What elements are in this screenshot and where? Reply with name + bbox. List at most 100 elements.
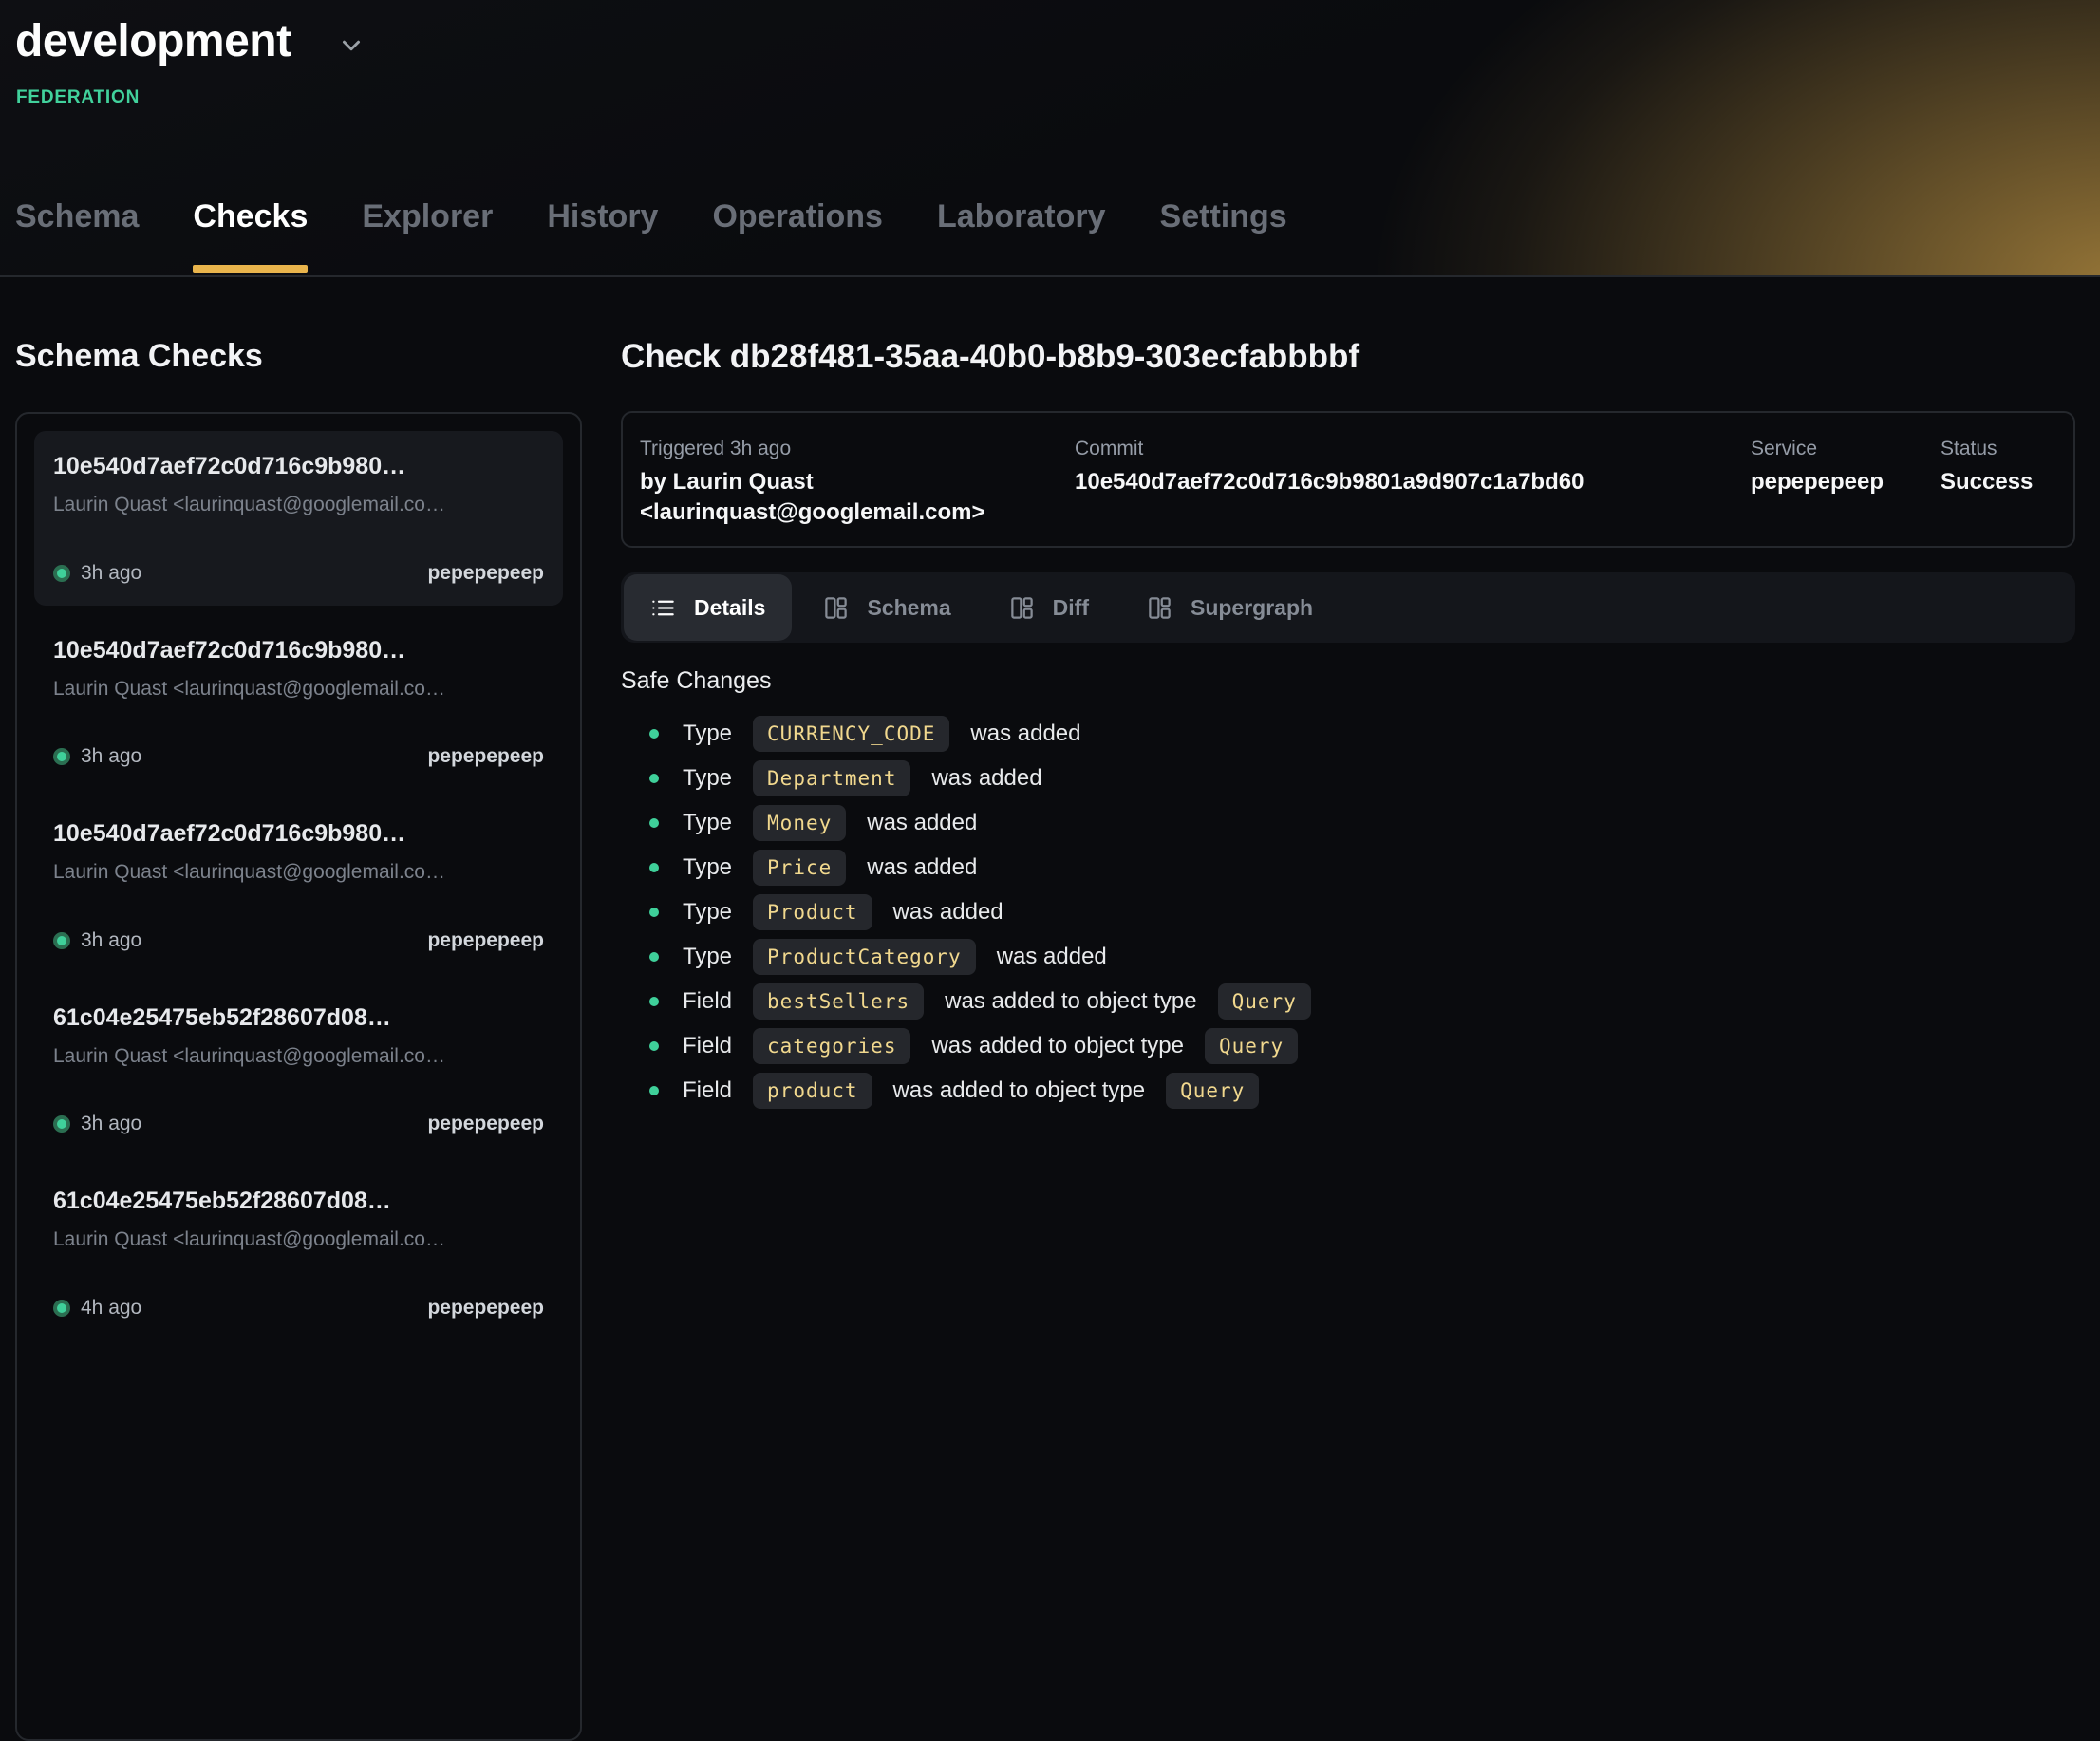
- change-suffix: was added to object type: [931, 1033, 1184, 1059]
- change-code-chip: ProductCategory: [753, 939, 976, 975]
- change-item: Type Product was added: [649, 894, 2075, 930]
- meta-service: Service pepepepeep: [1751, 437, 1941, 546]
- change-item: Type Department was added: [649, 760, 2075, 796]
- check-list-item[interactable]: 10e540d7aef72c0d716c9b980… Laurin Quast …: [34, 798, 563, 973]
- status-dot-icon: [53, 1300, 70, 1317]
- tab-supergraph-label: Supergraph: [1191, 595, 1313, 621]
- change-suffix: was added: [931, 765, 1041, 792]
- check-view-tabs: Details Schema Diff: [621, 572, 2075, 643]
- tab-settings[interactable]: Settings: [1160, 198, 1287, 275]
- check-list-item[interactable]: 61c04e25475eb52f28607d08… Laurin Quast <…: [34, 1166, 563, 1340]
- columns-icon: [1009, 595, 1035, 621]
- tab-explorer[interactable]: Explorer: [362, 198, 493, 275]
- checks-list: 10e540d7aef72c0d716c9b980… Laurin Quast …: [15, 412, 582, 1741]
- meta-status-label: Status: [1941, 437, 2054, 460]
- tab-history[interactable]: History: [547, 198, 658, 275]
- check-service: pepepepeep: [427, 1113, 544, 1135]
- status-dot-icon: [53, 932, 70, 949]
- change-suffix: was added to object type: [893, 1077, 1146, 1104]
- bullet-icon: [649, 818, 659, 828]
- check-service: pepepepeep: [427, 929, 544, 952]
- check-id: 61c04e25475eb52f28607d08…: [53, 1003, 544, 1033]
- bullet-icon: [649, 863, 659, 872]
- change-prefix: Type: [683, 765, 732, 792]
- change-code-chip: Department: [753, 760, 910, 796]
- change-suffix: was added: [997, 944, 1107, 970]
- change-code-chip: Product: [753, 894, 872, 930]
- meta-triggered-label: Triggered 3h ago: [640, 437, 1075, 460]
- change-code-chip: Money: [753, 805, 846, 841]
- tab-diff[interactable]: Diff: [983, 574, 1116, 641]
- meta-triggered: Triggered 3h ago by Laurin Quast <laurin…: [640, 437, 1075, 546]
- change-code-chip: product: [753, 1073, 872, 1109]
- check-service: pepepepeep: [427, 745, 544, 768]
- check-time: 3h ago: [81, 1113, 141, 1135]
- change-prefix: Field: [683, 988, 732, 1015]
- meta-status: Status Success: [1941, 437, 2054, 546]
- change-item: Field product was added to object type Q…: [649, 1073, 2075, 1109]
- bullet-icon: [649, 1086, 659, 1095]
- main-panel: Check db28f481-35aa-40b0-b8b9-303ecfabbb…: [582, 277, 2100, 1117]
- check-time: 3h ago: [81, 745, 141, 768]
- tab-operations[interactable]: Operations: [712, 198, 882, 275]
- app: development FEDERATION Schema Checks Exp…: [0, 0, 2100, 1741]
- columns-icon: [1147, 595, 1172, 621]
- meta-service-label: Service: [1751, 437, 1941, 460]
- change-code-chip: Query: [1205, 1028, 1298, 1064]
- check-footer: 3h ago pepepepeep: [53, 1113, 544, 1135]
- check-author: Laurin Quast <laurinquast@googlemail.co…: [53, 1227, 544, 1252]
- meta-triggered-by: by Laurin Quast: [640, 467, 1075, 497]
- check-service: pepepepeep: [427, 1297, 544, 1320]
- change-item: Field categories was added to object typ…: [649, 1028, 2075, 1064]
- bullet-icon: [649, 952, 659, 962]
- changes-list: Type CURRENCY_CODE was added Type Depart…: [621, 716, 2075, 1109]
- chevron-down-icon[interactable]: [337, 31, 366, 60]
- check-author: Laurin Quast <laurinquast@googlemail.co…: [53, 493, 544, 517]
- list-icon: [650, 595, 676, 621]
- bullet-icon: [649, 729, 659, 739]
- change-code-chip: CURRENCY_CODE: [753, 716, 949, 752]
- tab-schema[interactable]: Schema: [15, 198, 139, 275]
- check-service: pepepepeep: [427, 562, 544, 585]
- columns-icon: [823, 595, 849, 621]
- tab-schema-view[interactable]: Schema: [797, 574, 977, 641]
- change-suffix: was added: [970, 721, 1080, 747]
- page-header: development FEDERATION Schema Checks Exp…: [0, 0, 2100, 277]
- change-item: Type ProductCategory was added: [649, 939, 2075, 975]
- check-list-item[interactable]: 10e540d7aef72c0d716c9b980… Laurin Quast …: [34, 431, 563, 606]
- check-footer: 3h ago pepepepeep: [53, 929, 544, 952]
- tab-details[interactable]: Details: [624, 574, 792, 641]
- change-code-chip: Price: [753, 850, 846, 886]
- meta-commit: Commit 10e540d7aef72c0d716c9b9801a9d907c…: [1075, 437, 1751, 546]
- bullet-icon: [649, 774, 659, 783]
- project-selector[interactable]: development: [15, 15, 366, 67]
- change-suffix: was added: [893, 899, 1003, 926]
- meta-service-value: pepepepeep: [1751, 467, 1941, 497]
- check-author: Laurin Quast <laurinquast@googlemail.co…: [53, 860, 544, 885]
- change-code-chip: Query: [1218, 983, 1311, 1020]
- check-list-item[interactable]: 10e540d7aef72c0d716c9b980… Laurin Quast …: [34, 615, 563, 790]
- change-prefix: Field: [683, 1033, 732, 1059]
- check-list-item[interactable]: 61c04e25475eb52f28607d08… Laurin Quast <…: [34, 983, 563, 1157]
- change-item: Type Money was added: [649, 805, 2075, 841]
- check-author: Laurin Quast <laurinquast@googlemail.co…: [53, 1044, 544, 1069]
- main-nav: Schema Checks Explorer History Operation…: [15, 198, 1287, 275]
- change-prefix: Type: [683, 899, 732, 926]
- meta-commit-hash: 10e540d7aef72c0d716c9b9801a9d907c1a7bd60: [1075, 467, 1751, 497]
- tab-checks[interactable]: Checks: [193, 198, 308, 275]
- sidebar: Schema Checks 10e540d7aef72c0d716c9b980……: [0, 277, 582, 1741]
- bullet-icon: [649, 1041, 659, 1051]
- change-prefix: Field: [683, 1077, 732, 1104]
- tab-diff-label: Diff: [1053, 595, 1089, 621]
- meta-status-value: Success: [1941, 467, 2054, 497]
- check-id: 10e540d7aef72c0d716c9b980…: [53, 636, 544, 665]
- change-prefix: Type: [683, 854, 732, 881]
- check-id: 61c04e25475eb52f28607d08…: [53, 1187, 544, 1216]
- change-prefix: Type: [683, 944, 732, 970]
- tab-laboratory[interactable]: Laboratory: [937, 198, 1106, 275]
- project-title: development: [15, 15, 291, 67]
- bullet-icon: [649, 908, 659, 917]
- bullet-icon: [649, 997, 659, 1006]
- tab-supergraph[interactable]: Supergraph: [1120, 574, 1340, 641]
- sidebar-title: Schema Checks: [15, 338, 582, 375]
